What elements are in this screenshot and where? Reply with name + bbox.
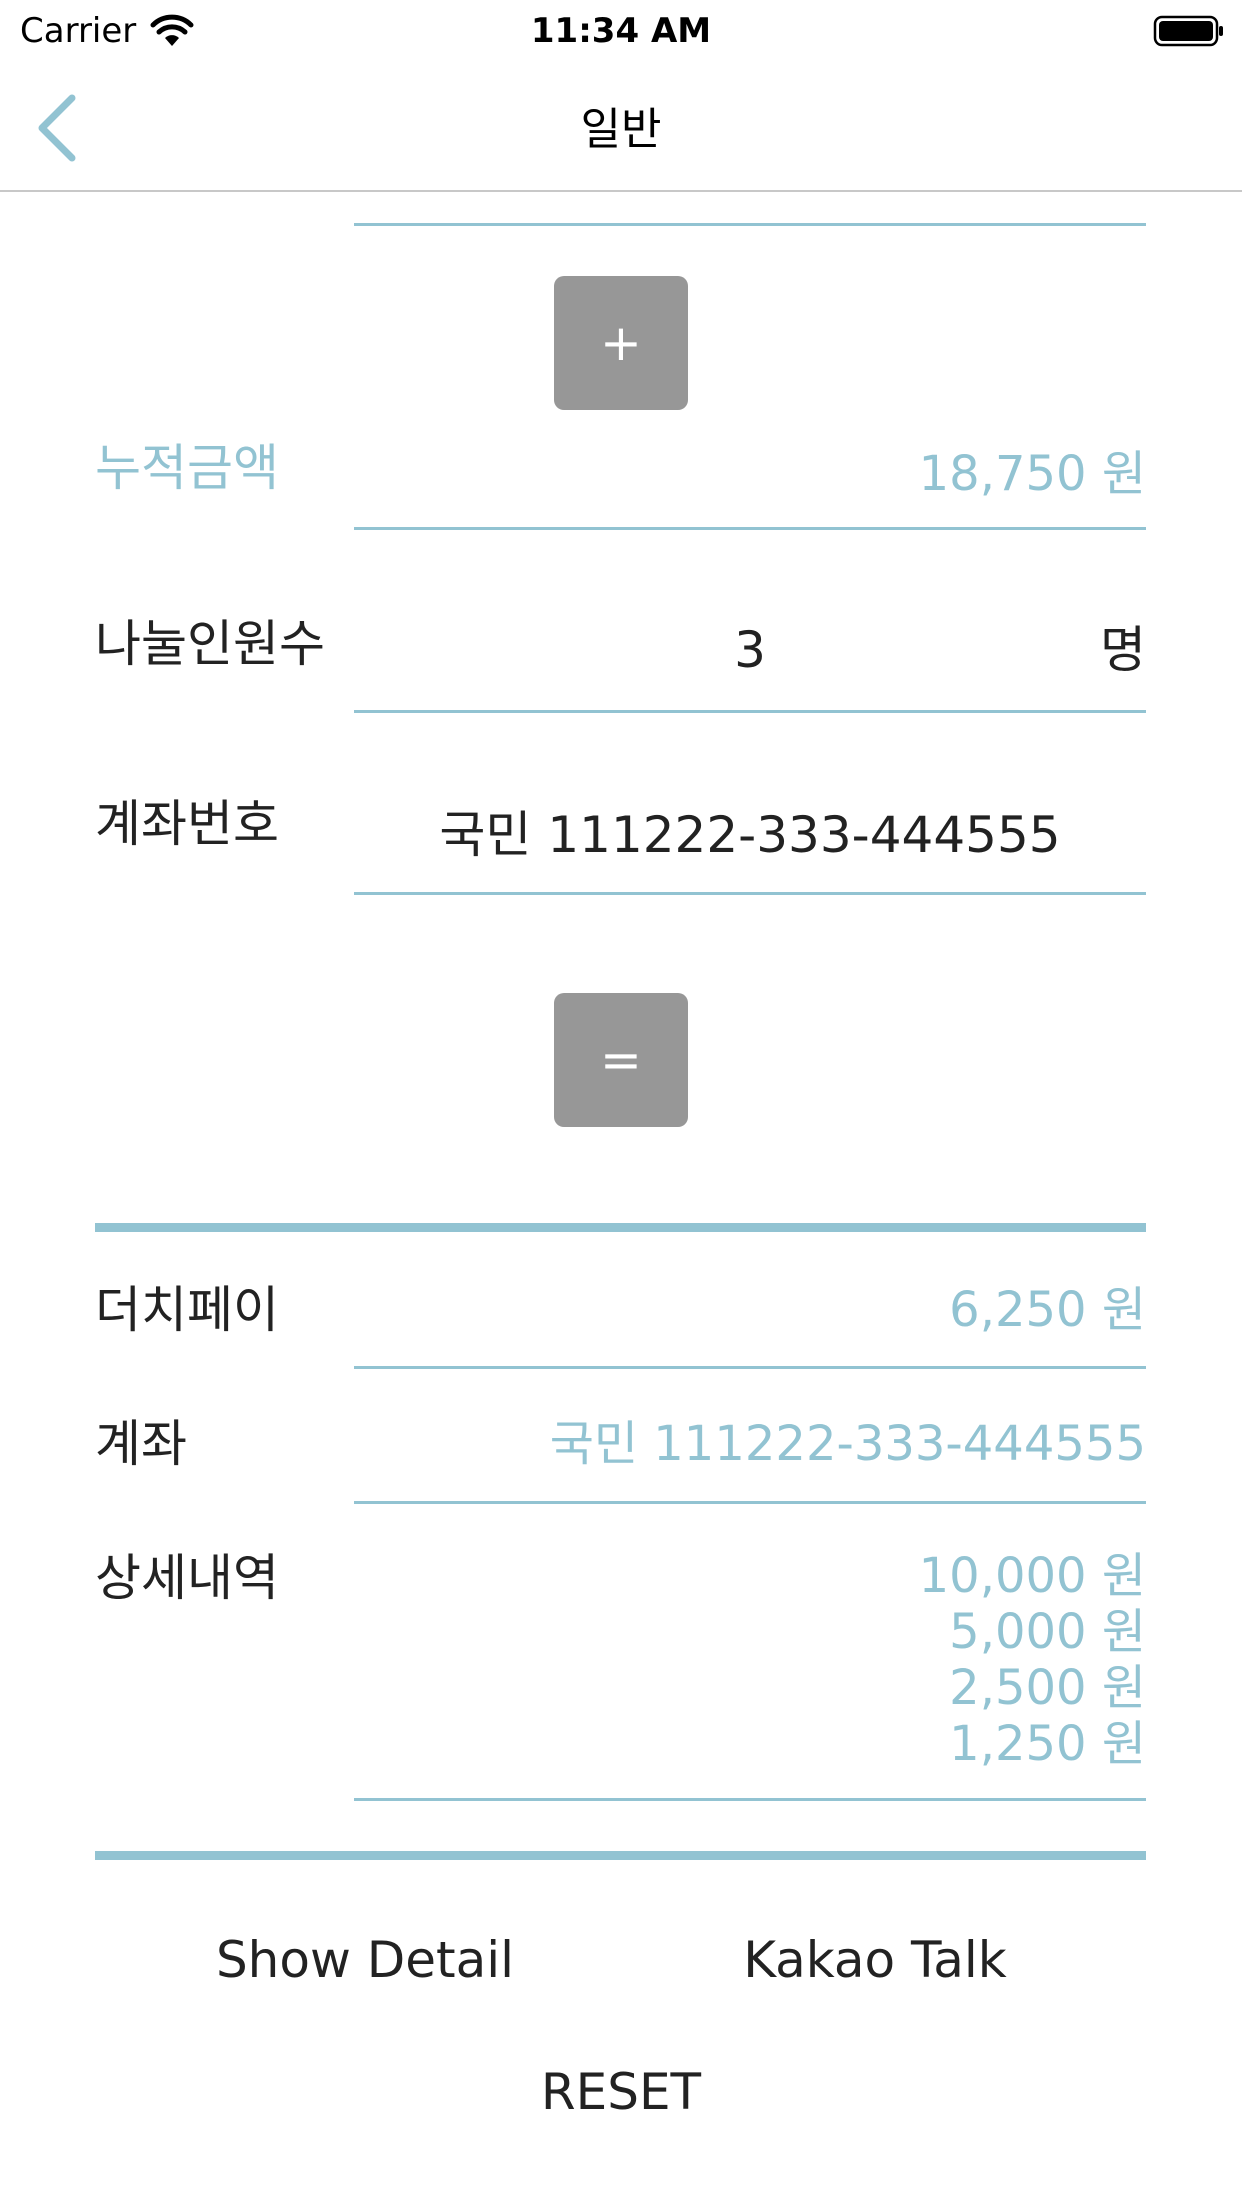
split-count-label: 나눌인원수 <box>95 615 325 673</box>
account-number-label: 계좌번호 <box>95 795 279 853</box>
accumulated-underline <box>354 527 1146 530</box>
dutch-pay-value: 6,250 원 <box>949 1282 1146 1338</box>
account-underline <box>354 1501 1146 1504</box>
calculate-button[interactable]: = <box>554 993 688 1127</box>
split-count-underline <box>354 710 1146 713</box>
show-detail-button[interactable]: Show Detail <box>200 1925 530 1995</box>
status-time: 11:34 AM <box>530 11 712 51</box>
reset-button[interactable]: RESET <box>456 2057 786 2127</box>
page-title: 일반 <box>580 104 662 155</box>
kakao-talk-button[interactable]: Kakao Talk <box>710 1925 1040 1995</box>
account-label: 계좌 <box>95 1415 187 1473</box>
result-bottom-divider <box>95 1851 1146 1860</box>
result-top-divider <box>95 1223 1146 1232</box>
detail-list: 10,000 원 5,000 원 2,500 원 1,250 원 <box>354 1548 1146 1772</box>
detail-underline <box>354 1798 1146 1801</box>
split-count-input[interactable] <box>354 618 1146 682</box>
account-number-underline <box>354 892 1146 895</box>
detail-label: 상세내역 <box>95 1549 279 1607</box>
account-value: 국민 111222-333-444555 <box>549 1416 1146 1472</box>
detail-item: 2,500 원 <box>949 1660 1146 1716</box>
split-count-unit: 명 <box>1100 621 1146 679</box>
battery-icon <box>1153 15 1223 47</box>
detail-item: 1,250 원 <box>949 1716 1146 1772</box>
nav-divider <box>0 190 1242 192</box>
dutch-pay-underline <box>354 1366 1146 1369</box>
add-button[interactable]: + <box>554 276 688 410</box>
dutch-pay-label: 더치페이 <box>95 1281 279 1339</box>
account-number-input[interactable] <box>354 803 1146 867</box>
accumulated-value: 18,750 원 <box>918 446 1146 502</box>
accumulated-label: 누적금액 <box>95 439 279 497</box>
input-underline <box>354 223 1146 226</box>
detail-item: 5,000 원 <box>949 1604 1146 1660</box>
detail-item: 10,000 원 <box>918 1548 1146 1604</box>
